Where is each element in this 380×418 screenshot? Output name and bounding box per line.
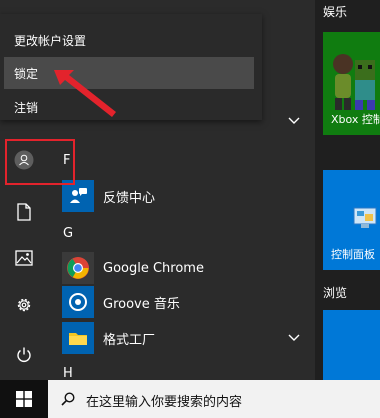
sign-out-item[interactable]: 注销 (4, 91, 254, 123)
lock-item[interactable]: 锁定 (4, 57, 254, 89)
search-placeholder: 在这里输入你要搜索的内容 (86, 395, 243, 410)
account-menu: 更改帐户设置 锁定 注销 (0, 14, 262, 120)
annotation-arrow-icon (54, 70, 116, 117)
picture-icon (15, 250, 33, 266)
taskbar: 在这里输入你要搜索的内容 (0, 380, 380, 418)
control-panel-tile[interactable]: 控制面板 (323, 170, 380, 270)
search-icon (61, 392, 75, 406)
start-button[interactable] (0, 380, 48, 418)
app-item-format-factory[interactable]: 格式工厂 (62, 320, 312, 356)
xbox-avatar-icon (333, 54, 375, 110)
app-item-feedback-hub[interactable]: 反馈中心 (62, 178, 312, 214)
app-name: Google Chrome (103, 260, 204, 276)
tile-column: 娱乐 Xbox 控制 控制面板 浏览 (315, 0, 380, 380)
folder-icon (62, 322, 94, 354)
group-title-browse: 浏览 (323, 286, 348, 300)
xbox-tile-label: Xbox 控制 (331, 113, 380, 126)
app-name: 格式工厂 (103, 332, 156, 348)
control-panel-tile-label: 控制面板 (331, 248, 375, 261)
documents-button[interactable] (0, 190, 48, 234)
change-account-settings-item[interactable]: 更改帐户设置 (4, 24, 254, 56)
windows-logo-icon (16, 391, 32, 407)
letter-header-h[interactable]: H (63, 366, 73, 381)
document-icon (17, 203, 31, 221)
app-name: Groove 音乐 (103, 296, 180, 312)
gear-icon (17, 298, 31, 312)
chevron-down-icon[interactable] (288, 117, 300, 125)
browse-tile[interactable] (323, 310, 380, 380)
power-icon (17, 347, 31, 362)
power-button[interactable] (0, 333, 48, 377)
chrome-icon (62, 252, 94, 284)
app-item-google-chrome[interactable]: Google Chrome (62, 250, 312, 286)
control-panel-icon (353, 207, 377, 228)
group-title-entertainment: 娱乐 (323, 5, 348, 19)
letter-header-g[interactable]: G (63, 226, 73, 241)
groove-icon (62, 286, 94, 318)
settings-button[interactable] (0, 283, 48, 327)
app-item-groove-music[interactable]: Groove 音乐 (62, 284, 312, 320)
annotation-highlight-box (5, 139, 75, 185)
pictures-button[interactable] (0, 236, 48, 280)
taskbar-search-box[interactable]: 在这里输入你要搜索的内容 (48, 380, 380, 418)
app-name: 反馈中心 (103, 190, 156, 206)
xbox-tile[interactable]: Xbox 控制 (323, 32, 380, 135)
